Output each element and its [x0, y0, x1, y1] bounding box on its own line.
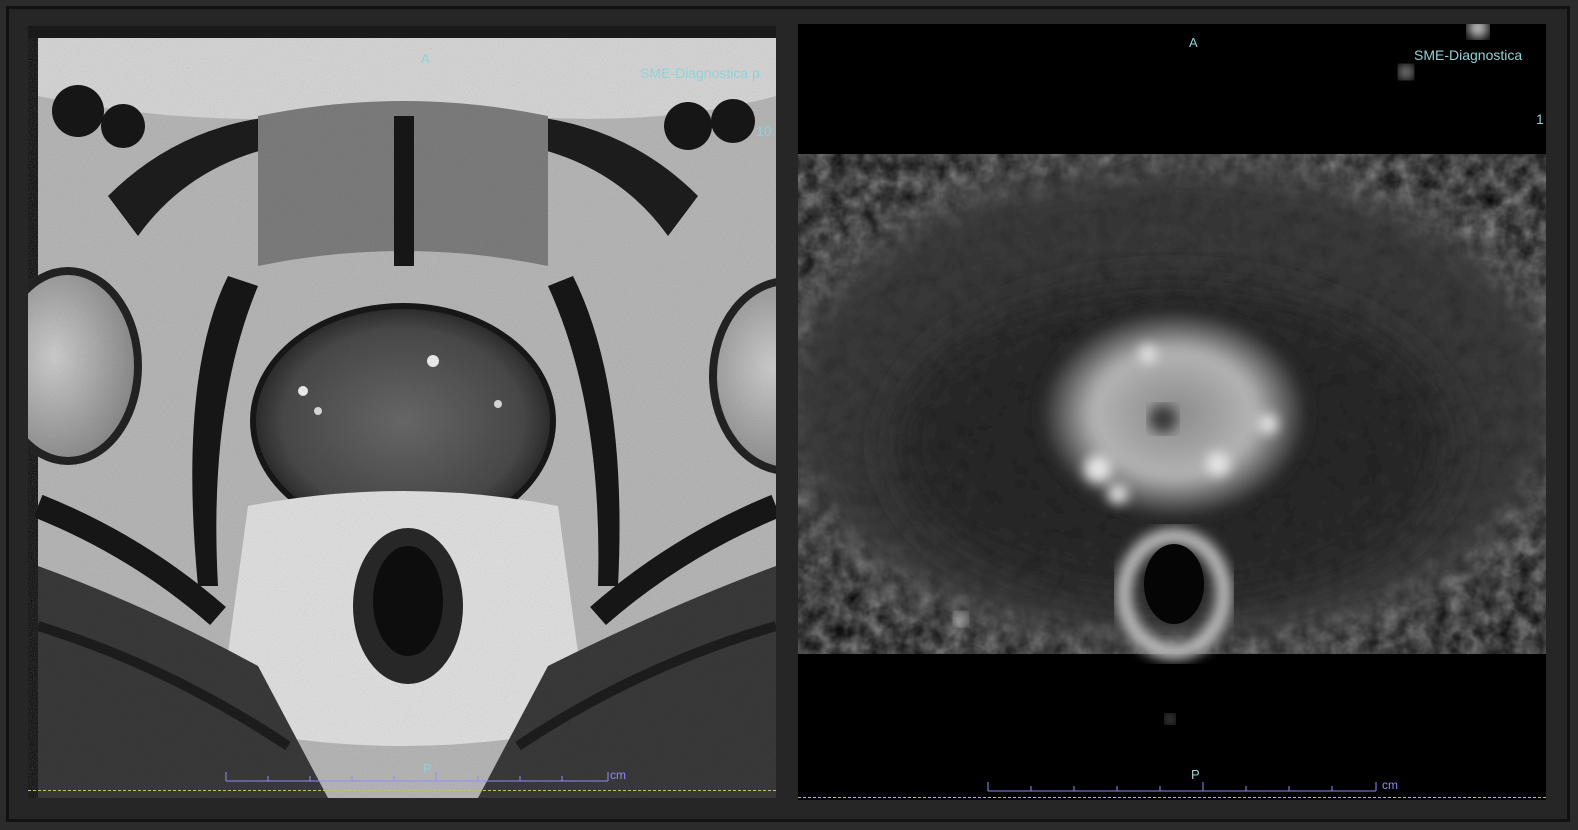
institution-label: SME-Diagnostica p: [640, 65, 760, 81]
viewport-border-line: [798, 797, 1546, 798]
scale-bar: [987, 782, 1377, 792]
t2-mri-image: [28, 38, 776, 798]
orientation-label-anterior: A: [1189, 35, 1198, 50]
dwi-mri-image: [798, 24, 1546, 800]
orientation-label-anterior: A: [421, 51, 430, 66]
corner-value: 10: [756, 123, 772, 139]
scale-bar: [225, 772, 609, 782]
viewport-border-line: [28, 790, 776, 791]
scale-unit-label: cm: [610, 768, 626, 782]
institution-label: SME-Diagnostica: [1414, 47, 1523, 63]
corner-value: 1: [1536, 111, 1544, 127]
dwi-viewport[interactable]: A SME-Diagnostica 1 P cm: [798, 24, 1546, 800]
scale-unit-label: cm: [1382, 778, 1398, 792]
t2-viewport[interactable]: A SME-Diagnostica p 10 P cm: [28, 26, 776, 798]
